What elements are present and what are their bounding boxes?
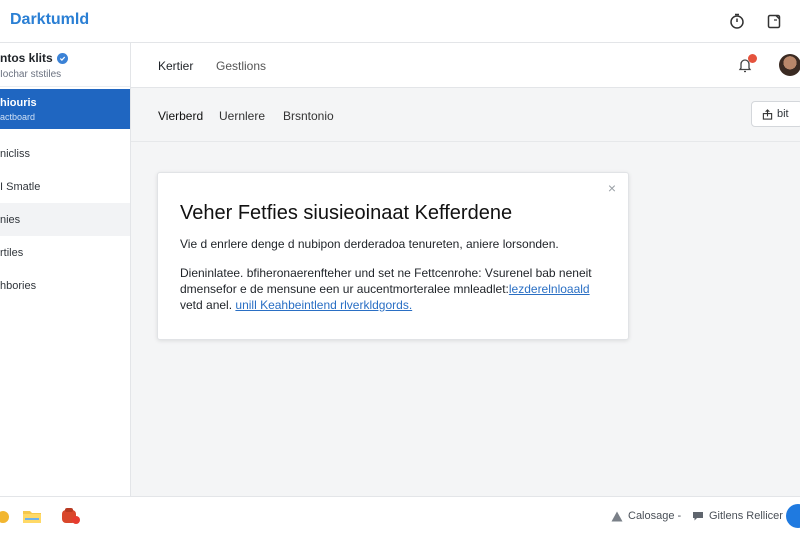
chat-icon [693,512,703,521]
action-button[interactable] [786,504,800,528]
share-button[interactable]: bit [751,101,800,127]
sidebar-item-label: nicliss [0,147,30,160]
sidebar-item-4[interactable]: rtiles [0,236,130,269]
profile-card[interactable]: ntos klits Iochar ststiles [0,43,130,87]
share-icon [762,108,773,120]
verified-icon [56,52,68,64]
status-calosage[interactable]: Calosage - [611,510,681,522]
sidebar-item-1[interactable]: nicliss [0,137,130,170]
warning-icon [611,511,623,521]
dialog-title: Veher Fetfies siusieoinaat Kefferdene [180,202,513,224]
sidebar: ntos klits Iochar ststiles hiouris actbo… [0,43,131,496]
red-app-icon[interactable] [60,505,82,527]
sidebar-item-label: rtiles [0,246,24,259]
dialog-link-2[interactable]: unill Keahbeintlend rlverkldgords. [235,298,412,312]
dialog-line-2-text: dmensefor e de mensune een ur aucentmort… [180,282,509,296]
sidebar-item-5[interactable]: hbories [0,269,130,302]
yellow-app-icon[interactable] [0,505,14,527]
sidebar-item-active[interactable]: hiouris actboard [0,89,130,129]
avatar[interactable] [779,54,800,76]
tab-vierberd[interactable]: Vierberd [158,109,203,123]
close-icon[interactable]: × [605,181,619,195]
content-tabs: Vierberd Uernlere Brsntonio bit [131,88,800,142]
folder-icon[interactable] [21,505,43,527]
dialog-line-2: dmensefor e de mensune een ur aucentmort… [180,281,620,297]
info-dialog: × Veher Fetfies siusieoinaat Kefferdene … [157,172,629,340]
notification-badge [748,54,757,63]
status-left-label: Calosage - [628,510,682,522]
sidebar-item-label: I Smatle [0,180,41,193]
bottom-bar: Calosage - Gitlens Rellicer [0,496,800,533]
tab-brsntonio[interactable]: Brsntonio [283,109,334,123]
tab-gestlions[interactable]: Gestlions [216,59,266,73]
profile-handle: Iochar ststiles [0,69,62,80]
dialog-line-1: Dieninlatee. bfiheronaerenfteher und set… [180,266,592,280]
sidebar-item-3[interactable]: nies [0,203,130,236]
sidebar-item-label: hiouris [0,96,37,109]
sidebar-item-label: nies [0,213,21,226]
dialog-link-1[interactable]: lezderelnloaald [509,282,590,296]
dialog-line-3-text: vetd anel. [180,298,233,312]
profile-name-row: ntos klits [0,51,130,65]
tab-kertier[interactable]: Kertier [158,59,193,73]
dialog-text: Vie d enrlere denge d nubipon derderadoa… [180,237,559,251]
app-title[interactable]: Darktumld [10,11,89,29]
dialog-paragraph: Dieninlatee. bfiheronaerenfteher und set… [180,265,620,313]
tab-uernlere[interactable]: Uernlere [219,109,265,123]
top-bar: Darktumld [0,0,800,43]
profile-name: ntos klits [0,51,53,65]
status-right-label: Gitlens Rellicer [709,510,783,522]
sidebar-item-label: hbories [0,279,37,292]
main-header: Kertier Gestlions [131,43,800,88]
status-gitlens[interactable]: Gitlens Rellicer [692,510,783,522]
sidebar-item-sublabel: actboard [0,111,36,122]
dialog-line-3: vetd anel. unill Keahbeintlend rlverkldg… [180,297,620,313]
share-label: bit [777,108,789,120]
sidebar-item-2[interactable]: I Smatle [0,170,130,203]
main-content: Vierberd Uernlere Brsntonio bit × Veher … [131,88,800,496]
timer-icon[interactable] [726,10,748,32]
notification-bell-icon[interactable] [737,54,757,75]
clipboard-icon[interactable] [763,10,785,32]
